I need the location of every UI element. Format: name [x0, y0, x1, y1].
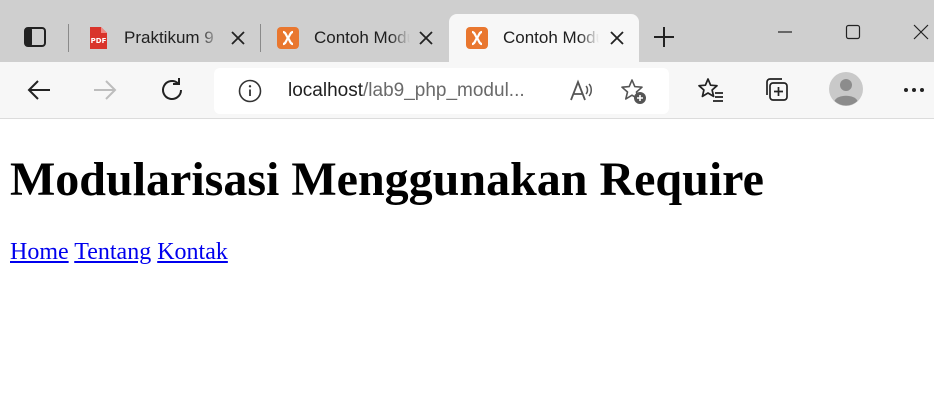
- navigation-toolbar: localhost/lab9_php_modul...: [0, 62, 934, 119]
- maximize-icon: [845, 24, 861, 40]
- url-text[interactable]: localhost/lab9_php_modul...: [288, 68, 550, 114]
- refresh-button[interactable]: [155, 74, 189, 106]
- info-icon[interactable]: [238, 79, 262, 103]
- xampp-icon: [465, 26, 489, 50]
- maximize-button[interactable]: [839, 18, 867, 46]
- tab-title: Praktikum 9: [124, 14, 220, 62]
- profile-avatar[interactable]: [829, 72, 863, 106]
- settings-menu-button[interactable]: [897, 74, 931, 106]
- forward-button[interactable]: [88, 74, 122, 106]
- minimize-button[interactable]: [771, 18, 799, 46]
- tab-title: Contoh Modularisasi: [503, 14, 599, 62]
- browser-window: PDF Praktikum 9 Contoh Modularisasi Cont…: [0, 0, 934, 402]
- more-icon: [904, 88, 924, 92]
- plus-icon: [654, 27, 674, 47]
- tab-strip: PDF Praktikum 9 Contoh Modularisasi Cont…: [0, 0, 934, 62]
- close-window-button[interactable]: [907, 18, 934, 46]
- xampp-icon: [276, 26, 300, 50]
- tab-contoh-1[interactable]: Contoh Modularisasi: [260, 14, 448, 62]
- close-icon[interactable]: [607, 28, 627, 48]
- tab-praktikum[interactable]: PDF Praktikum 9: [70, 14, 260, 62]
- add-favorite-icon[interactable]: [620, 78, 648, 106]
- favorites-button[interactable]: [694, 74, 728, 106]
- url-path: /lab9_php_modul...: [363, 80, 525, 101]
- arrow-right-icon: [94, 80, 117, 100]
- page-nav: Home Tentang Kontak: [10, 238, 228, 266]
- pdf-icon: PDF: [86, 26, 110, 50]
- favorites-list-icon: [698, 78, 723, 102]
- address-bar[interactable]: localhost/lab9_php_modul...: [214, 68, 669, 114]
- tab-title: Contoh Modularisasi: [314, 14, 410, 62]
- new-tab-button[interactable]: [649, 22, 679, 52]
- refresh-icon: [162, 78, 182, 100]
- close-icon[interactable]: [416, 28, 436, 48]
- close-icon: [913, 24, 929, 40]
- page-title: Modularisasi Menggunakan Require: [10, 153, 764, 206]
- read-aloud-icon[interactable]: [568, 78, 594, 104]
- back-button[interactable]: [22, 74, 56, 106]
- minimize-icon: [778, 31, 792, 33]
- nav-link-tentang[interactable]: Tentang: [74, 239, 151, 265]
- collections-button[interactable]: [760, 74, 794, 106]
- arrow-left-icon: [27, 80, 50, 100]
- tab-separator: [68, 24, 69, 52]
- url-host: localhost: [288, 80, 363, 101]
- tab-contoh-active[interactable]: Contoh Modularisasi: [449, 14, 639, 62]
- nav-link-home[interactable]: Home: [10, 239, 69, 265]
- tab-actions-icon[interactable]: [20, 22, 50, 52]
- page-content: Modularisasi Menggunakan Require Home Te…: [0, 120, 934, 402]
- collections-icon: [766, 78, 788, 101]
- avatar-icon: [829, 72, 863, 106]
- nav-link-kontak[interactable]: Kontak: [157, 239, 228, 265]
- close-icon[interactable]: [228, 28, 248, 48]
- svg-text:PDF: PDF: [91, 37, 107, 45]
